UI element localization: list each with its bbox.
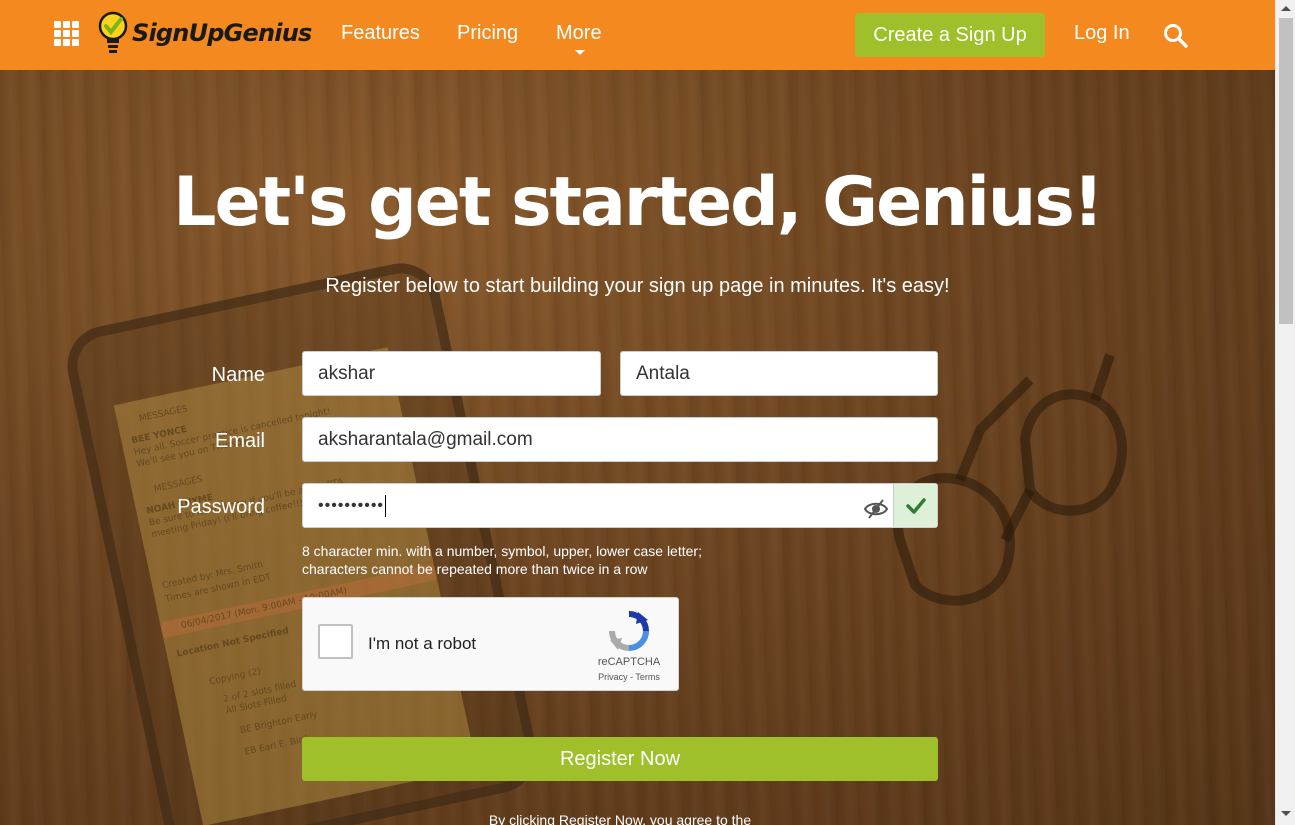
scroll-up-icon[interactable] [1281, 6, 1291, 11]
recaptcha-label: I'm not a robot [368, 634, 477, 653]
phone-text: MESSAGES [138, 404, 189, 425]
scroll-down-icon[interactable] [1281, 811, 1291, 816]
password-label: Password [177, 496, 265, 518]
recaptcha-logo-icon [609, 611, 649, 651]
password-valid-indicator [893, 484, 937, 527]
nav-more[interactable]: More [556, 22, 602, 45]
nav-pricing[interactable]: Pricing [457, 22, 518, 45]
email-value: aksharantala@gmail.com [318, 428, 533, 450]
name-label: Name [211, 364, 265, 386]
checkmark-icon [905, 497, 926, 514]
phone-text: Copying (2) [208, 666, 262, 688]
recaptcha-checkbox[interactable] [318, 624, 353, 659]
email-field[interactable]: aksharantala@gmail.com [302, 417, 938, 462]
last-name-value: Antala [636, 362, 690, 384]
phone-text: BE Brighton Early [239, 709, 319, 737]
recaptcha-brand: reCAPTCHA [597, 656, 661, 668]
logo-text: SignUpGenius [132, 19, 312, 47]
recaptcha-links[interactable]: Privacy - Terms [589, 672, 669, 682]
recaptcha-widget: I'm not a robot reCAPTCHA Privacy - Term… [302, 597, 679, 691]
lightbulb-logo-icon [98, 11, 128, 53]
password-hint-line-1: 8 character min. with a number, symbol, … [302, 543, 702, 559]
page-subtitle: Register below to start building your si… [325, 275, 950, 297]
vertical-scrollbar[interactable] [1275, 0, 1295, 825]
password-hint-line-2: characters cannot be repeated more than … [302, 561, 648, 577]
apps-grid-icon[interactable] [54, 21, 80, 47]
first-name-value: akshar [318, 362, 376, 384]
signupgenius-logo[interactable]: SignUpGenius [98, 8, 312, 58]
password-field[interactable]: •••••••••• [302, 483, 938, 528]
register-now-button[interactable]: Register Now [302, 737, 938, 781]
hero-section: MESSAGES BEE YONCE Hey all. Soccer pract… [0, 70, 1275, 825]
password-value: •••••••••• [318, 496, 385, 514]
phone-text: EB Earl E. Bird [243, 734, 309, 758]
text-cursor [385, 494, 387, 517]
nav-features[interactable]: Features [341, 22, 420, 45]
terms-notice: By clicking Register Now, you agree to t… [488, 812, 752, 825]
create-sign-up-button[interactable]: Create a Sign Up [855, 13, 1045, 57]
nav-login[interactable]: Log In [1074, 22, 1130, 45]
last-name-field[interactable]: Antala [620, 351, 938, 396]
caret-down-icon [575, 50, 585, 55]
show-password-icon[interactable] [860, 493, 892, 525]
page-title: Let's get started, Genius! [173, 163, 1104, 242]
scroll-thumb[interactable] [1279, 18, 1293, 324]
first-name-field[interactable]: akshar [302, 351, 601, 396]
search-icon[interactable] [1163, 23, 1189, 49]
email-label: Email [214, 430, 265, 452]
password-hint: 8 character min. with a number, symbol, … [302, 542, 702, 578]
top-nav-bar: SignUpGenius Features Pricing More Creat… [0, 0, 1275, 70]
phone-text: MESSAGES [153, 474, 204, 495]
